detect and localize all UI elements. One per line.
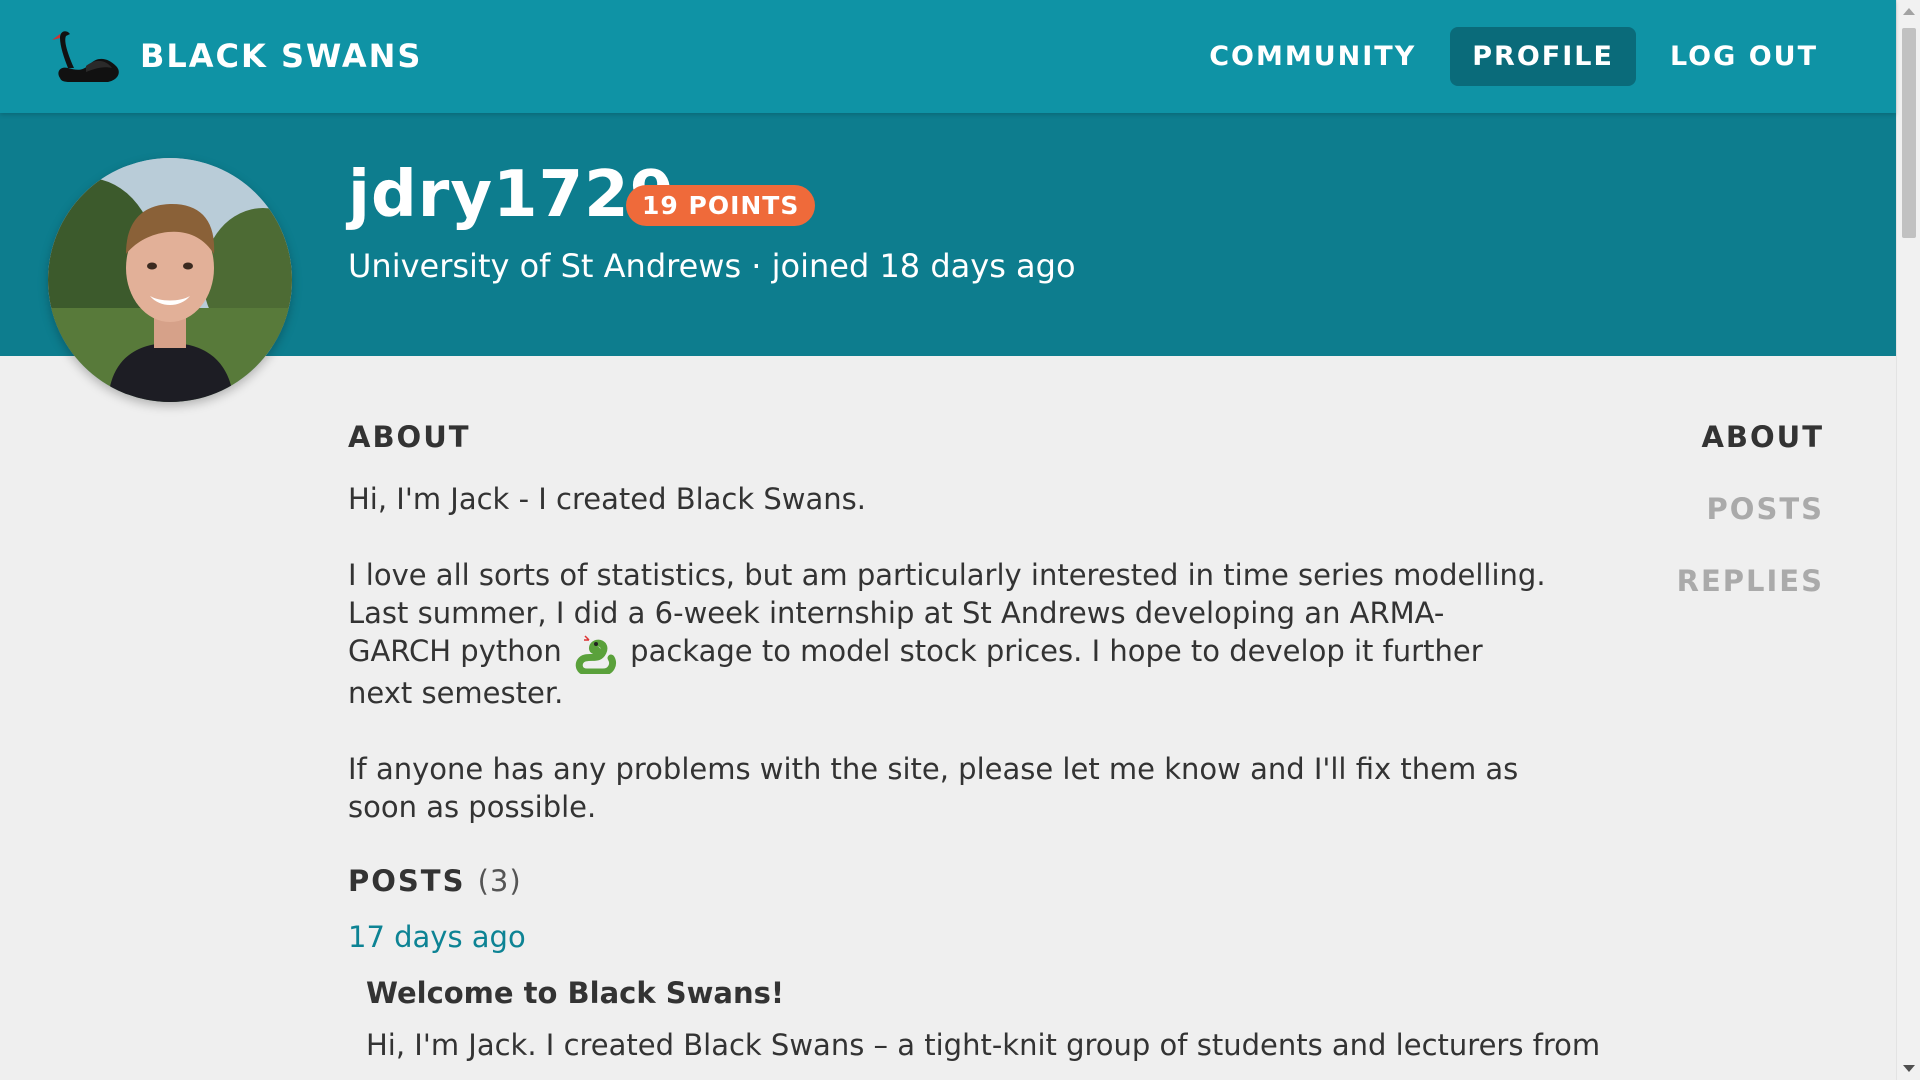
about-paragraph: If anyone has any problems with the site… [348, 752, 1519, 824]
nav-profile[interactable]: PROFILE [1450, 27, 1636, 86]
main-nav: COMMUNITY PROFILE LOG OUT [1175, 27, 1840, 86]
post-excerpt: Hi, I'm Jack. I created Black Swans – a … [366, 1028, 1601, 1062]
brand-name: BLACK SWANS [140, 37, 423, 75]
posts-count: (3) [477, 864, 522, 898]
posts-section: POSTS (3) 17 days ago Welcome to Black S… [348, 864, 1601, 1062]
avatar-photo [48, 158, 292, 402]
profile-subtitle: University of St Andrews · joined 18 day… [348, 247, 1076, 285]
nav-log-out[interactable]: LOG OUT [1648, 27, 1840, 86]
scrollbar-thumb[interactable] [1902, 28, 1916, 238]
scroll-down-arrow-icon[interactable] [1903, 1065, 1915, 1072]
post-title[interactable]: Welcome to Black Swans! [366, 976, 1548, 1010]
posts-heading-label: POSTS [348, 864, 466, 898]
brand[interactable]: BLACK SWANS [46, 28, 422, 84]
about-paragraph: I love all sorts of statistics, but am p… [348, 556, 1548, 712]
vertical-scrollbar[interactable] [1896, 0, 1920, 1080]
black-swan-logo-icon [52, 31, 119, 82]
scroll-up-arrow-icon[interactable] [1903, 8, 1915, 15]
about-heading: ABOUT [348, 420, 471, 454]
list-item: 17 days ago Welcome to Black Swans! Hi, … [348, 920, 1601, 1062]
username: jdry1729 [348, 158, 676, 232]
posts-heading: POSTS (3) [348, 864, 1548, 898]
nav-community[interactable]: COMMUNITY [1187, 27, 1438, 86]
profile-content: ABOUT Hi, I'm Jack - I created Black Swa… [348, 420, 1601, 1062]
side-nav-replies[interactable]: REPLIES [1677, 564, 1824, 598]
side-nav-about[interactable]: ABOUT [1677, 420, 1824, 454]
about-body: Hi, I'm Jack - I created Black Swans. I … [348, 480, 1548, 826]
post-date-link[interactable]: 17 days ago [348, 920, 1548, 954]
side-nav-posts[interactable]: POSTS [1677, 492, 1824, 526]
about-paragraph: Hi, I'm Jack - I created Black Swans. [348, 482, 866, 516]
python-snake-icon [575, 635, 616, 674]
about-section: ABOUT Hi, I'm Jack - I created Black Swa… [348, 420, 1548, 826]
points-badge: 19 POINTS [626, 185, 816, 226]
section-side-nav: ABOUT POSTS REPLIES [1677, 420, 1824, 636]
top-navigation-bar: BLACK SWANS COMMUNITY PROFILE LOG OUT [0, 0, 1896, 113]
avatar [48, 158, 292, 402]
